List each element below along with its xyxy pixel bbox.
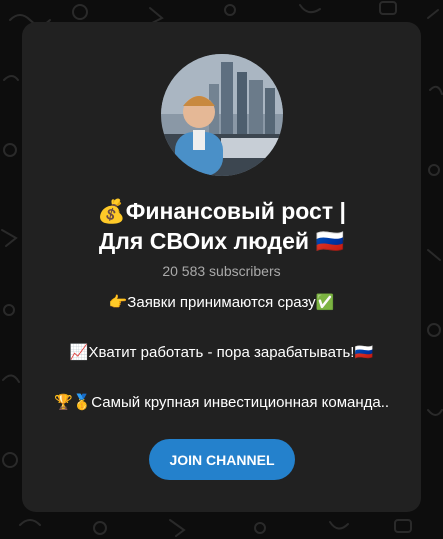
channel-avatar [161, 54, 283, 176]
description-line-1: 👉Заявки принимаются сразу✅ [108, 294, 335, 311]
channel-title-line-1: 💰Финансовый рост | [97, 198, 346, 224]
channel-card: 💰Финансовый рост | Для СВОих людей 🇷🇺 20… [22, 22, 421, 512]
subscriber-count: 20 583 subscribers [162, 263, 281, 279]
description-line-2: 📈Хватит работать - пора зарабатывать!🇷🇺 [69, 344, 374, 361]
avatar-photo-icon [161, 54, 283, 176]
description-line-3: 🏆🥇Самый крупная инвестиционная команда.. [53, 394, 390, 411]
join-channel-button[interactable]: JOIN CHANNEL [149, 439, 295, 480]
channel-title-line-2: Для СВОих людей 🇷🇺 [98, 228, 345, 254]
channel-title: 💰Финансовый рост | Для СВОих людей 🇷🇺 [22, 196, 421, 256]
